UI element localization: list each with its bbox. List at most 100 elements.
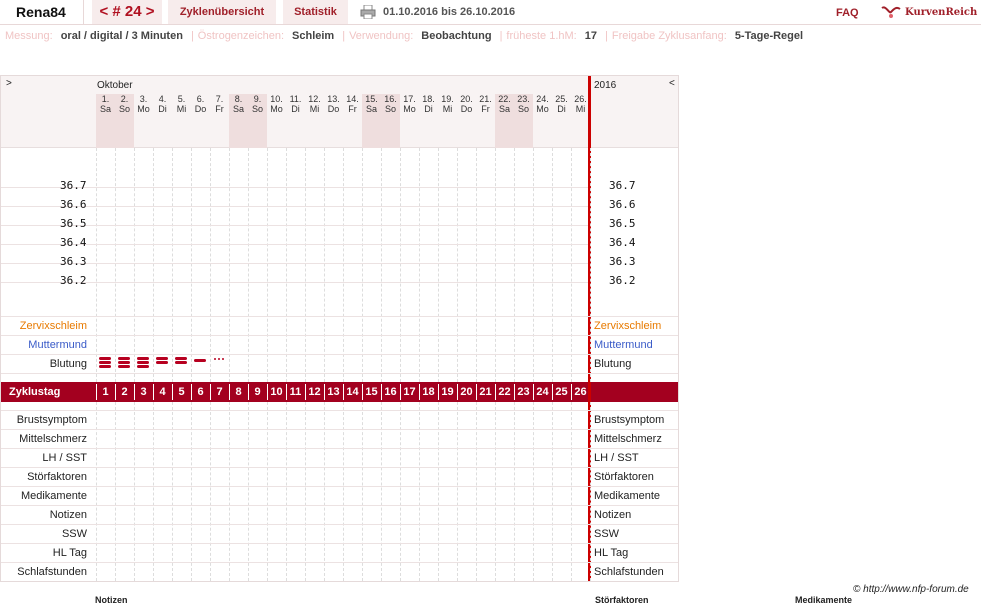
temperature-label: 36.6 xyxy=(609,198,636,211)
cycle-day-divider xyxy=(191,384,192,400)
weekday: Do xyxy=(327,104,340,114)
next-cycle-arrow[interactable]: < xyxy=(669,78,675,89)
cycle-day-divider xyxy=(533,384,534,400)
day-header[interactable]: 20. Do xyxy=(457,94,476,148)
bleeding-mark[interactable] xyxy=(118,365,130,368)
day-header[interactable]: 9. So xyxy=(248,94,267,148)
cycle-day-number: 18 xyxy=(422,386,435,398)
symptom-row-border xyxy=(1,524,678,525)
grid-vertical-line xyxy=(134,148,135,382)
day-header[interactable]: 24. Mo xyxy=(533,94,552,148)
cycle-day-number: 9 xyxy=(254,386,261,398)
setting-key: früheste 1.hM: xyxy=(506,30,577,42)
cycle-day-divider xyxy=(343,384,344,400)
day-header[interactable]: 10. Mo xyxy=(267,94,286,148)
bleeding-mark[interactable] xyxy=(137,361,149,364)
year-label: 2016 xyxy=(594,80,617,91)
day-header[interactable]: 11. Di xyxy=(286,94,305,148)
day-header[interactable]: 26. Mi xyxy=(571,94,590,148)
bleeding-mark[interactable] xyxy=(99,365,111,368)
previous-cycle-arrow[interactable]: > xyxy=(6,78,12,89)
temperature-gridline xyxy=(1,187,588,188)
symptom-row-border xyxy=(1,467,678,468)
observation-row-border xyxy=(1,335,678,336)
setting-key: Verwendung: xyxy=(349,30,414,42)
bleeding-mark[interactable] xyxy=(99,357,111,360)
cycle-day-number: 8 xyxy=(235,386,242,398)
kurvenreich-logo[interactable]: KurvenReich xyxy=(880,2,977,22)
temperature-label: 36.7 xyxy=(609,179,636,192)
bleeding-mark[interactable] xyxy=(156,361,168,364)
bleeding-mark[interactable] xyxy=(156,357,168,360)
weekday: Mo xyxy=(137,104,150,114)
day-header[interactable]: 14. Fr xyxy=(343,94,362,148)
bleeding-mark[interactable] xyxy=(118,361,130,364)
day-number: 15. xyxy=(365,94,378,104)
cycle-day-divider xyxy=(438,384,439,400)
day-header[interactable]: 22. Sa xyxy=(495,94,514,148)
day-header[interactable]: 25. Di xyxy=(552,94,571,148)
cycle-chart: > Oktober 2016 < Zyklustag 1 2 3 4 5 6 7 8 9 10 11… xyxy=(0,75,679,582)
bleeding-mark[interactable] xyxy=(137,365,149,368)
bleeding-mark[interactable] xyxy=(118,357,130,360)
cycle-day-number: 23 xyxy=(517,386,530,398)
day-header[interactable]: 7. Fr xyxy=(210,94,229,148)
day-header[interactable]: 3. Mo xyxy=(134,94,153,148)
grid-vertical-line xyxy=(267,148,268,382)
day-number: 8. xyxy=(234,94,243,104)
spotting-mark[interactable] xyxy=(214,358,216,360)
bleeding-mark[interactable] xyxy=(137,357,149,360)
cycle-day-number: 10 xyxy=(270,386,283,398)
cycle-day-number: 19 xyxy=(441,386,454,398)
day-header[interactable]: 8. Sa xyxy=(229,94,248,148)
day-header[interactable]: 1. Sa xyxy=(96,94,115,148)
day-number: 17. xyxy=(403,94,416,104)
bleeding-mark[interactable] xyxy=(175,357,187,360)
grid-vertical-line xyxy=(305,148,306,382)
day-header[interactable]: 13. Do xyxy=(324,94,343,148)
cycle-day-number: 20 xyxy=(460,386,473,398)
spotting-mark[interactable] xyxy=(222,358,224,360)
settings-separator: | xyxy=(190,30,194,42)
cycle-day-divider xyxy=(248,384,249,400)
cycle-day-divider xyxy=(495,384,496,400)
day-header[interactable]: 21. Fr xyxy=(476,94,495,148)
day-header[interactable]: 6. Do xyxy=(191,94,210,148)
tab-statistics[interactable]: Statistik xyxy=(283,0,348,24)
spotting-mark[interactable] xyxy=(218,358,220,360)
day-header[interactable]: 2. So xyxy=(115,94,134,148)
day-header[interactable]: 19. Mi xyxy=(438,94,457,148)
symptom-row-label: Mittelschmerz xyxy=(594,433,662,445)
logo-icon xyxy=(881,6,901,18)
cycle-day-number: 24 xyxy=(536,386,549,398)
day-number: 5. xyxy=(177,94,186,104)
copyright: © http://www.nfp-forum.de xyxy=(853,584,969,595)
grid-vertical-line xyxy=(172,148,173,382)
cycle-day-number: 17 xyxy=(403,386,416,398)
tab-cycle-overview[interactable]: Zyklenübersicht xyxy=(168,0,276,24)
cycle-day-divider xyxy=(381,384,382,400)
printer-icon[interactable] xyxy=(360,5,376,19)
day-header[interactable]: 15. Sa xyxy=(362,94,381,148)
weekday: Fr xyxy=(481,104,490,114)
day-header[interactable]: 16. So xyxy=(381,94,400,148)
day-number: 11. xyxy=(289,94,302,104)
faq-link[interactable]: FAQ xyxy=(836,7,859,19)
weekday: Do xyxy=(194,104,207,114)
bleeding-mark[interactable] xyxy=(175,361,187,364)
weekday: So xyxy=(118,104,130,114)
cycle-navigator[interactable]: < # 24 > xyxy=(92,0,162,24)
day-header[interactable]: 5. Mi xyxy=(172,94,191,148)
footer-notizen-heading: Notizen xyxy=(95,595,128,605)
bleeding-mark[interactable] xyxy=(99,361,111,364)
bleeding-mark[interactable] xyxy=(194,359,206,362)
day-header[interactable]: 4. Di xyxy=(153,94,172,148)
day-number: 23. xyxy=(517,94,530,104)
cycle-day-number: 14 xyxy=(346,386,359,398)
day-header[interactable]: 18. Di xyxy=(419,94,438,148)
day-header[interactable]: 23. So xyxy=(514,94,533,148)
symptom-row-border xyxy=(1,505,678,506)
day-header[interactable]: 12. Mi xyxy=(305,94,324,148)
day-header[interactable]: 17. Mo xyxy=(400,94,419,148)
cycle-day-divider xyxy=(153,384,154,400)
